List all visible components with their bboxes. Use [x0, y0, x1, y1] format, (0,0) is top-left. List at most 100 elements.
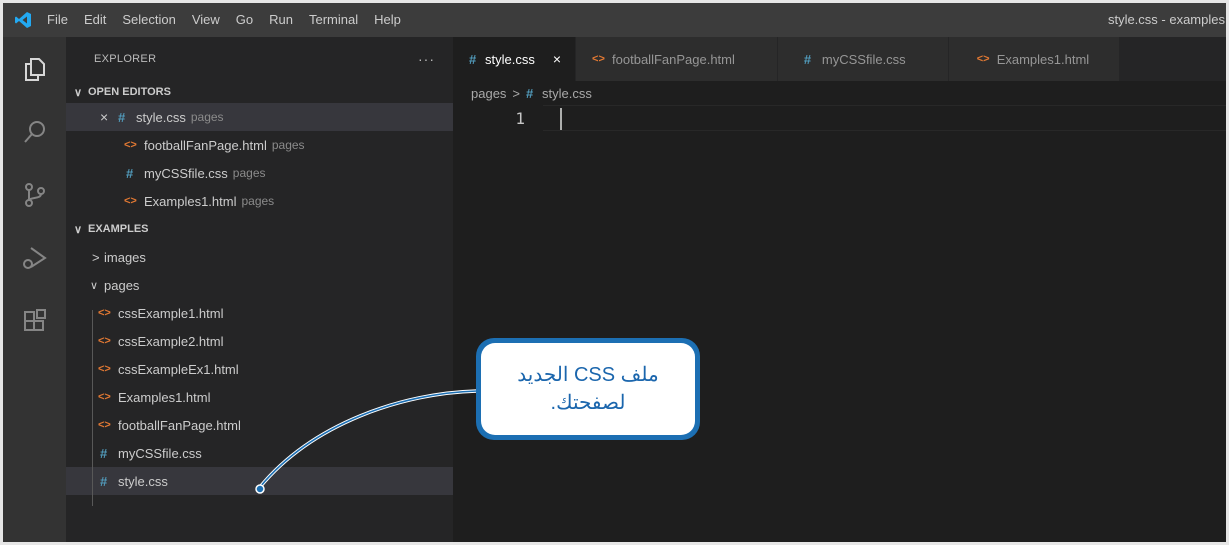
file-name: cssExampleEx1.html [118, 361, 239, 377]
workspace-label: EXAMPLES [88, 223, 149, 235]
file-item-selected[interactable]: # style.css [66, 467, 453, 495]
callout-box: ملف CSS الجديد لصفحتك. [476, 338, 700, 440]
callout-content: ملف CSS الجديد لصفحتك. [481, 343, 695, 435]
code-line[interactable]: 1 [453, 105, 1226, 131]
open-editor-folder: pages [190, 110, 224, 124]
source-control-icon[interactable] [3, 163, 66, 226]
file-item[interactable]: <> cssExample2.html [66, 327, 453, 355]
open-editor-folder: pages [232, 166, 266, 180]
folder-images[interactable]: > images [66, 243, 453, 271]
close-icon[interactable]: × [100, 109, 118, 125]
open-editor-name: style.css [136, 109, 186, 125]
menu-go[interactable]: Go [228, 3, 261, 37]
open-editor-folder: pages [271, 138, 305, 152]
open-editor-item[interactable]: <> Examples1.html pages [66, 187, 453, 215]
editor-area: # style.css × <> footballFanPage.html # … [453, 37, 1226, 542]
breadcrumb-file[interactable]: style.css [542, 86, 592, 101]
html-file-icon: <> [124, 195, 137, 207]
menu-terminal[interactable]: Terminal [301, 3, 366, 37]
file-name: style.css [118, 473, 168, 489]
tab-mycssfile[interactable]: # myCSSfile.css [777, 37, 949, 81]
workspace-header[interactable]: ∨ EXAMPLES [66, 215, 453, 243]
css-file-icon: # [100, 445, 108, 461]
open-editor-item[interactable]: × # style.css pages [66, 103, 453, 131]
open-editor-name: footballFanPage.html [144, 137, 267, 153]
search-icon[interactable] [3, 100, 66, 163]
open-editors-header[interactable]: ∨ OPEN EDITORS [66, 81, 453, 103]
tab-footballfanpage[interactable]: <> footballFanPage.html [576, 37, 778, 81]
menu-edit[interactable]: Edit [76, 3, 114, 37]
callout-line-2: لصفحتك. [550, 392, 626, 414]
chevron-down-icon: ∨ [90, 279, 99, 292]
chevron-right-icon: > [92, 249, 100, 265]
file-name: Examples1.html [118, 389, 211, 405]
more-actions-icon[interactable]: ··· [418, 51, 435, 67]
menu-view[interactable]: View [184, 3, 228, 37]
html-file-icon: <> [976, 53, 990, 65]
menu-selection[interactable]: Selection [114, 3, 183, 37]
indent-guide [92, 310, 93, 506]
run-debug-icon[interactable] [3, 226, 66, 289]
breadcrumb-separator: > [512, 85, 521, 101]
tab-label: Examples1.html [996, 51, 1090, 67]
html-file-icon: <> [98, 363, 111, 375]
open-editor-item[interactable]: <> footballFanPage.html pages [66, 131, 453, 159]
html-file-icon: <> [98, 335, 111, 347]
extensions-icon[interactable] [3, 289, 66, 352]
tab-style-css[interactable]: # style.css × [453, 37, 577, 81]
current-line-highlight [543, 105, 1226, 131]
css-file-icon: # [100, 473, 108, 489]
file-item[interactable]: <> cssExampleEx1.html [66, 355, 453, 383]
open-editor-folder: pages [241, 194, 275, 208]
html-file-icon: <> [98, 307, 111, 319]
close-icon[interactable]: × [553, 51, 561, 67]
file-item[interactable]: <> footballFanPage.html [66, 411, 453, 439]
vscode-logo-icon [3, 3, 43, 37]
vscode-window: File Edit Selection View Go Run Terminal… [0, 0, 1229, 545]
open-editors-label: OPEN EDITORS [88, 86, 171, 98]
html-file-icon: <> [98, 391, 111, 403]
menu-file[interactable]: File [43, 3, 76, 37]
html-file-icon: <> [124, 139, 137, 151]
css-file-icon: # [126, 165, 134, 181]
file-name: footballFanPage.html [118, 417, 241, 433]
text-cursor [560, 108, 562, 130]
breadcrumb-folder[interactable]: pages [471, 86, 506, 101]
tab-label: footballFanPage.html [612, 51, 735, 67]
file-name: cssExample2.html [118, 333, 224, 349]
files-icon[interactable] [3, 37, 66, 100]
explorer-title: EXPLORER [94, 53, 157, 65]
css-file-icon: # [526, 85, 534, 101]
folder-pages[interactable]: ∨ pages [66, 271, 453, 299]
line-number: 1 [515, 108, 525, 128]
window-title: style.css - examples [1107, 12, 1225, 27]
folder-name: images [104, 249, 146, 265]
open-editor-name: Examples1.html [144, 193, 237, 209]
file-name: myCSSfile.css [118, 445, 202, 461]
breadcrumb: pages > # style.css [453, 81, 1226, 105]
explorer-header: EXPLORER ··· [66, 37, 453, 81]
explorer-sidebar: EXPLORER ··· ∨ OPEN EDITORS × # style.cs… [66, 37, 453, 542]
css-file-icon: # [803, 51, 812, 67]
file-item[interactable]: <> cssExample1.html [66, 299, 453, 327]
title-bar: File Edit Selection View Go Run Terminal… [3, 3, 1226, 37]
html-file-icon: <> [98, 419, 111, 431]
html-file-icon: <> [592, 53, 605, 65]
tab-label: myCSSfile.css [821, 51, 906, 67]
chevron-down-icon: ∨ [74, 223, 83, 236]
menu-help[interactable]: Help [366, 3, 409, 37]
file-name: cssExample1.html [118, 305, 224, 321]
file-item[interactable]: <> Examples1.html [66, 383, 453, 411]
css-file-icon: # [118, 109, 126, 125]
file-item[interactable]: # myCSSfile.css [66, 439, 453, 467]
chevron-down-icon: ∨ [74, 86, 83, 99]
folder-name: pages [104, 277, 140, 293]
open-editor-name: myCSSfile.css [144, 165, 228, 181]
activity-bar [3, 37, 66, 542]
menu-run[interactable]: Run [261, 3, 301, 37]
tab-examples1[interactable]: <> Examples1.html [948, 37, 1121, 81]
css-file-icon: # [469, 51, 477, 67]
tab-label: style.css [485, 51, 535, 67]
open-editor-item[interactable]: # myCSSfile.css pages [66, 159, 453, 187]
callout-line-1: ملف CSS الجديد [517, 364, 659, 386]
